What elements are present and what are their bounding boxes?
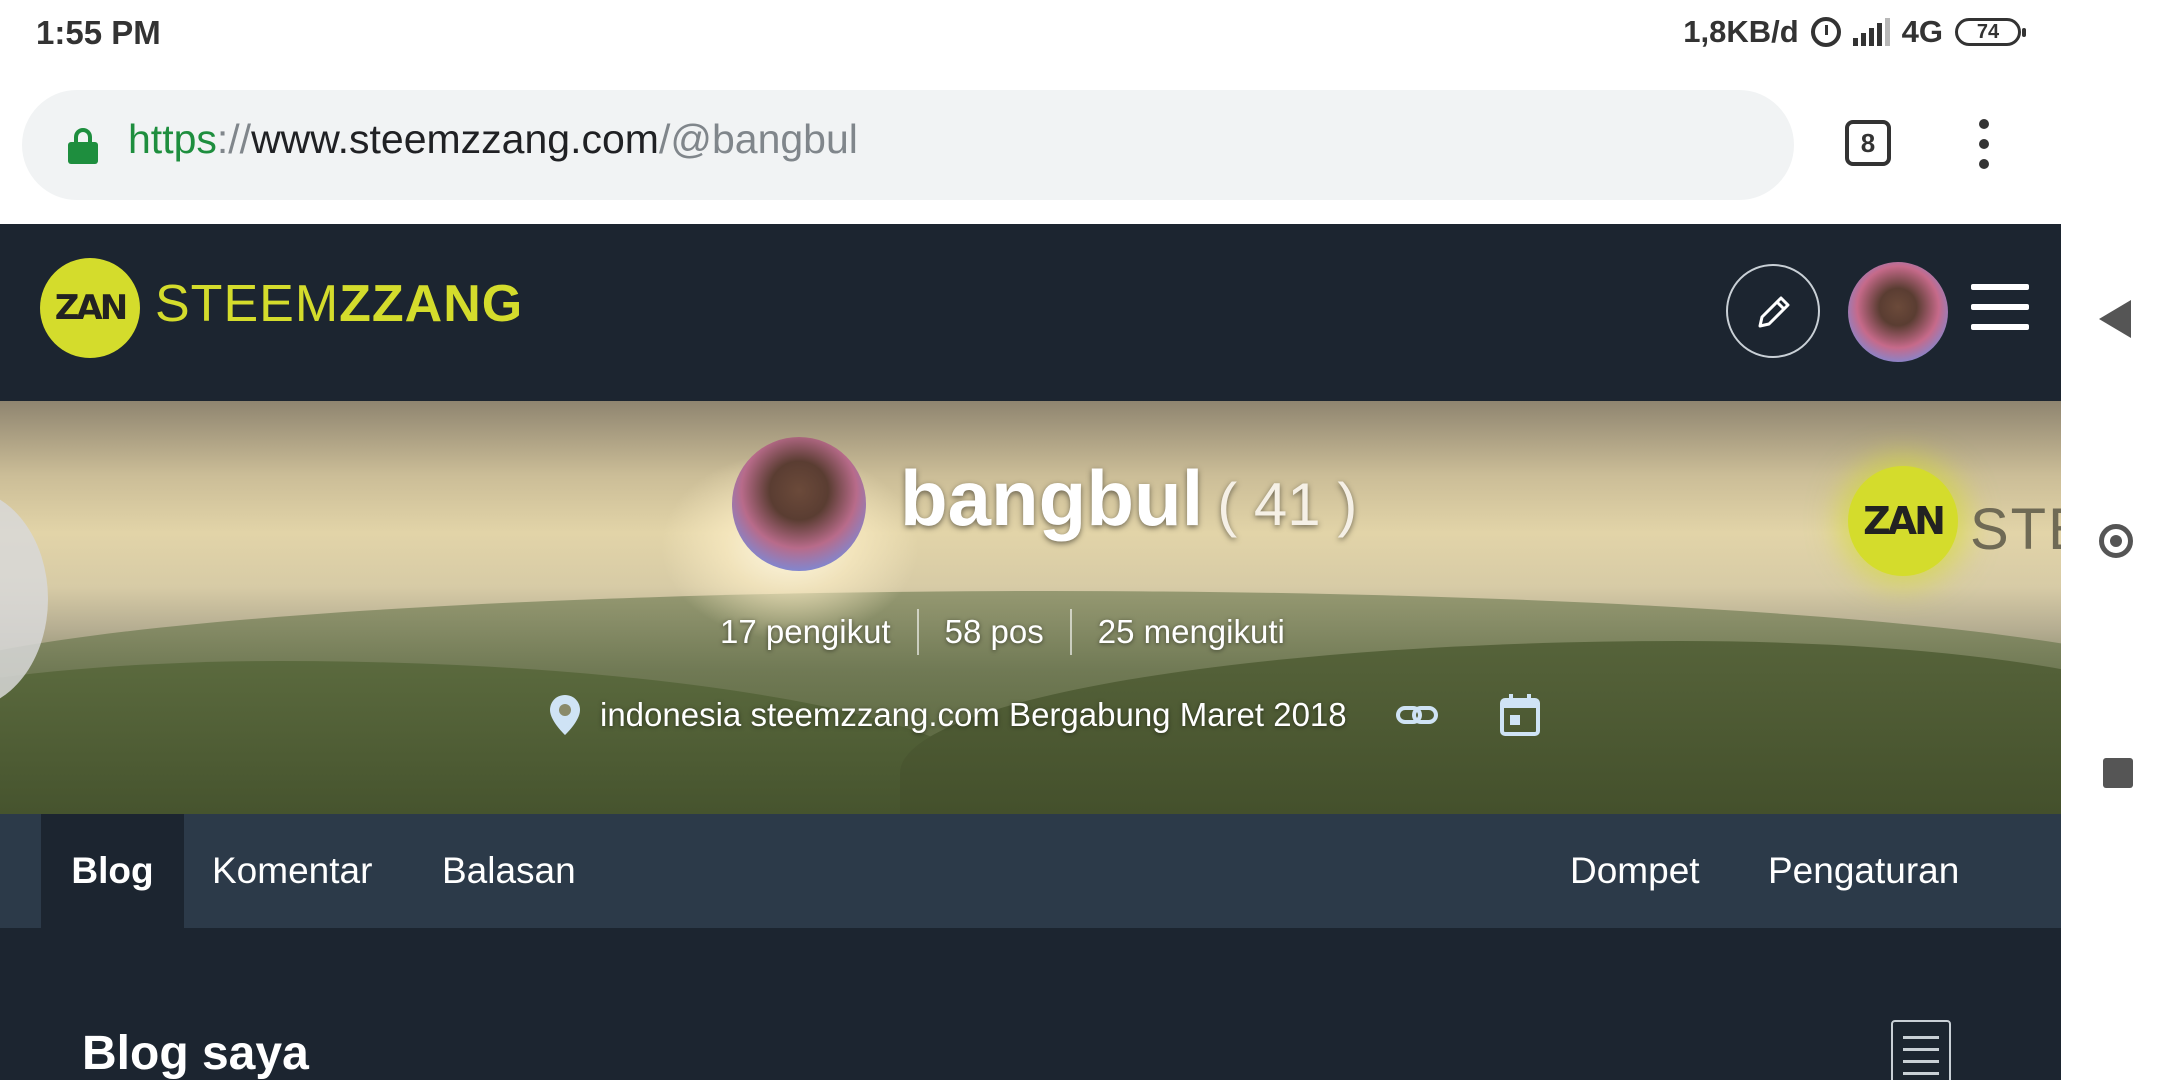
back-icon[interactable] [2099, 300, 2131, 338]
url-host: www.steemzzang.com [251, 116, 659, 162]
status-bar: 1:55 PM 1,8KB/d 4G 74 [0, 0, 2061, 68]
tab-settings-label: Pengaturan [1768, 850, 1960, 891]
status-time: 1:55 PM [36, 14, 161, 51]
location-pin-icon [550, 695, 580, 735]
more-menu-icon[interactable] [1978, 119, 1990, 171]
profile-username: bangbul [900, 454, 1204, 542]
recents-icon[interactable] [2103, 758, 2133, 788]
tab-blog[interactable]: Blog [41, 814, 184, 928]
battery-icon: 74 [1955, 18, 2026, 46]
data-rate: 1,8KB/d [1683, 14, 1799, 49]
following-link[interactable]: 25 mengikuti [1098, 613, 1285, 651]
profile-name: bangbul( 41 ) [900, 453, 1357, 544]
tab-switcher-button[interactable]: 8 [1845, 120, 1891, 166]
tab-settings[interactable]: Pengaturan [1768, 814, 1959, 928]
home-icon[interactable] [2099, 524, 2133, 558]
url-scheme: https [128, 116, 217, 162]
site-logo-icon[interactable]: ZAN [40, 258, 140, 358]
pencil-icon [1758, 296, 1790, 328]
tab-comments-label: Komentar [212, 850, 373, 891]
write-post-button[interactable] [1726, 264, 1820, 358]
profile-banner: ZAN STE bangbul( 41 ) 17 pengikut 58 pos… [0, 401, 2061, 814]
status-indicators: 1,8KB/d 4G 74 [1683, 14, 2026, 50]
profile-tabs: Blog Komentar Balasan Dompet Pengaturan [0, 814, 2061, 928]
url-field[interactable]: https://www.steemzzang.com/@bangbul [22, 90, 1794, 200]
profile-stats: 17 pengikut 58 pos 25 mengikuti [720, 609, 1285, 655]
profile-avatar [732, 437, 866, 571]
address-bar: https://www.steemzzang.com/@bangbul 8 [0, 68, 2061, 224]
signal-icon [1852, 18, 1890, 46]
url-path: @bangbul [670, 116, 858, 162]
profile-meta-text: indonesia steemzzang.com Bergabung Maret… [600, 696, 1347, 733]
logo-text-light: STEEM [155, 275, 340, 333]
lock-icon[interactable] [68, 128, 98, 164]
tab-replies-label: Balasan [442, 850, 576, 891]
followers-link[interactable]: 17 pengikut [720, 613, 891, 651]
blog-content: Blog saya [0, 928, 2061, 1080]
logo-mark: ZAN [54, 288, 128, 328]
hamburger-menu-icon[interactable] [1971, 284, 2029, 344]
link-icon[interactable] [1395, 703, 1439, 727]
tab-blog-label: Blog [71, 850, 154, 891]
user-avatar[interactable] [1848, 262, 1948, 362]
tab-comments[interactable]: Komentar [212, 814, 372, 928]
url-separator: :// [216, 116, 252, 162]
tab-replies[interactable]: Balasan [442, 814, 576, 928]
list-view-icon[interactable] [1891, 1020, 1951, 1080]
site-header: ZAN STEEMZZANG [0, 224, 2061, 401]
tab-wallet[interactable]: Dompet [1570, 814, 1700, 928]
alarm-icon [1810, 17, 1841, 47]
url-text[interactable]: https://www.steemzzang.com/@bangbul [128, 116, 858, 163]
page-title: Blog saya [82, 1027, 309, 1080]
banner-logo-text: STE [1970, 497, 2061, 562]
banner-logo-mark: ZAN [1863, 499, 1946, 543]
tab-wallet-label: Dompet [1570, 850, 1700, 891]
site-logo-text[interactable]: STEEMZZANG [155, 274, 523, 334]
calendar-icon [1499, 694, 1540, 736]
logo-text-bold: ZZANG [339, 275, 524, 333]
reputation-score: ( 41 ) [1217, 471, 1358, 538]
network-type: 4G [1901, 14, 1943, 49]
system-nav-bar [2061, 0, 2160, 1080]
profile-meta: indonesia steemzzang.com Bergabung Maret… [548, 693, 1541, 737]
url-slash: / [658, 116, 671, 162]
posts-count: 58 pos [944, 613, 1044, 650]
browser-window: 1:55 PM 1,8KB/d 4G 74 https://www.steemz… [0, 0, 2061, 1080]
banner-logo-icon: ZAN [1848, 466, 1958, 576]
